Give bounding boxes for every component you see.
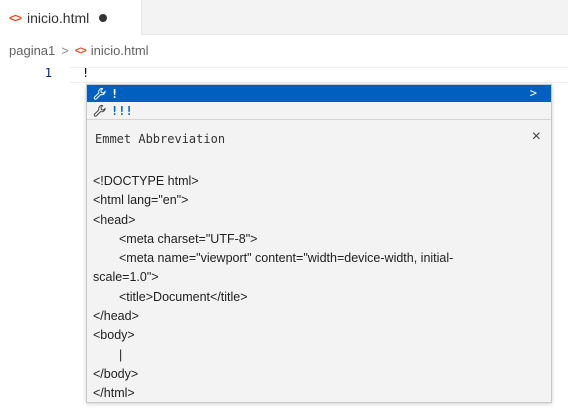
editor-tab-bar: <> inicio.html xyxy=(0,0,568,35)
code-line: <meta charset="UTF-8"> xyxy=(119,231,258,246)
suggestion-item[interactable]: !!! xyxy=(87,102,551,119)
suggestion-label: !!! xyxy=(111,103,133,118)
code-line: </head> xyxy=(93,309,139,324)
editor-line-text[interactable]: ! xyxy=(82,66,89,80)
close-icon[interactable]: × xyxy=(532,129,541,145)
suggestion-label: ! xyxy=(111,86,119,101)
code-line: <head> xyxy=(93,212,136,227)
code-line: </body> xyxy=(93,366,139,381)
chevron-right-icon[interactable]: > xyxy=(530,85,537,102)
breadcrumb-folder[interactable]: pagina1 xyxy=(9,43,55,58)
html-file-icon: <> xyxy=(9,10,22,25)
current-line-highlight xyxy=(70,67,568,83)
code-line: scale=1.0"> xyxy=(93,270,159,285)
code-line: <html lang="en"> xyxy=(93,193,189,208)
breadcrumb-separator: > xyxy=(61,43,69,58)
suggestion-item-selected[interactable]: ! > xyxy=(87,85,551,102)
breadcrumb: pagina1 > <> inicio.html xyxy=(9,43,149,58)
tab-inicio-html[interactable]: <> inicio.html xyxy=(0,0,142,35)
code-line: <meta name="viewport" content="width=dev… xyxy=(119,251,454,266)
line-number: 1 xyxy=(44,66,52,80)
suggestion-details-pane: Emmet Abbreviation × <!DOCTYPE html> <ht… xyxy=(87,119,551,402)
tab-label: inicio.html xyxy=(27,9,90,26)
wrench-icon xyxy=(93,104,106,117)
code-line: <body> xyxy=(93,328,135,343)
suggest-widget: ! > !!! Emmet Abbreviation × <!DOCTYPE h… xyxy=(86,84,552,403)
wrench-icon xyxy=(93,87,106,100)
unsaved-dot-icon[interactable] xyxy=(99,13,108,22)
breadcrumb-file[interactable]: inicio.html xyxy=(91,43,149,58)
code-line: </html> xyxy=(93,386,135,401)
code-line: <!DOCTYPE html> xyxy=(93,174,199,188)
details-code: <!DOCTYPE html> <html lang="en"> <head> … xyxy=(93,172,533,404)
code-line: <title>Document</title> xyxy=(119,289,248,304)
details-title: Emmet Abbreviation xyxy=(95,132,226,146)
html-file-icon: <> xyxy=(74,44,87,57)
code-line: | xyxy=(119,347,123,362)
